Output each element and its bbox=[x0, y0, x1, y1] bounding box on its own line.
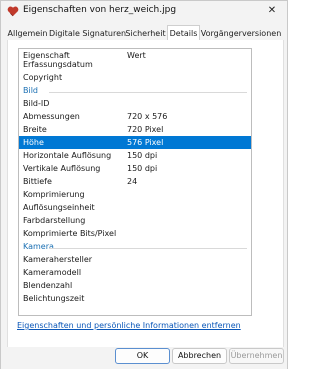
table-row[interactable]: Bild-ID bbox=[19, 97, 251, 110]
table-row[interactable]: Vertikale Auflösung 150 dpi bbox=[19, 162, 251, 175]
ok-button[interactable]: OK bbox=[115, 348, 170, 364]
list-header: Eigenschaft Erfassungsdatum Wert bbox=[19, 49, 251, 71]
table-row[interactable]: Copyright bbox=[19, 71, 251, 84]
properties-dialog: Eigenschaften von herz_weich.jpg ✕ Allge… bbox=[0, 0, 288, 369]
tab-strip: Allgemein Digitale Signaturen Sicherheit… bbox=[7, 25, 283, 42]
details-panel: Eigenschaft Erfassungsdatum Wert Copyrig… bbox=[7, 40, 284, 347]
property-value: 150 dpi bbox=[127, 164, 158, 173]
table-row[interactable]: Horizontale Auflösung 150 dpi bbox=[19, 149, 251, 162]
section-label: Kamera bbox=[23, 242, 54, 251]
property-name: Copyright bbox=[23, 73, 63, 82]
table-row[interactable]: Kameramodell bbox=[19, 266, 251, 279]
tab-allgemein[interactable]: Allgemein bbox=[7, 27, 48, 40]
property-name: Breite bbox=[23, 125, 47, 134]
property-value: 150 dpi bbox=[127, 151, 158, 160]
cancel-button[interactable]: Abbrechen bbox=[172, 348, 227, 364]
table-row[interactable]: Abmessungen 720 x 576 bbox=[19, 110, 251, 123]
property-list[interactable]: Eigenschaft Erfassungsdatum Wert Copyrig… bbox=[18, 48, 252, 316]
window-title: Eigenschaften von herz_weich.jpg bbox=[23, 5, 177, 15]
tab-sicherheit[interactable]: Sicherheit bbox=[124, 27, 167, 40]
title-bar: Eigenschaften von herz_weich.jpg ✕ bbox=[1, 1, 287, 21]
tab-digitale-signaturen[interactable]: Digitale Signaturen bbox=[49, 27, 126, 40]
property-name: Bild-ID bbox=[23, 99, 50, 108]
close-icon[interactable]: ✕ bbox=[265, 4, 279, 18]
header-property-cut: Erfassungsdatum bbox=[23, 60, 93, 69]
property-value: 720 Pixel bbox=[127, 125, 164, 134]
section-header: Kamera bbox=[19, 240, 251, 253]
dialog-buttons: OK Abbrechen Übernehmen bbox=[1, 347, 287, 369]
apply-button[interactable]: Übernehmen bbox=[229, 348, 284, 364]
property-value: 576 Pixel bbox=[127, 138, 164, 147]
table-row[interactable]: Komprimierte Bits/Pixel bbox=[19, 227, 251, 240]
section-header: Bild bbox=[19, 84, 251, 97]
property-name: Auflösungseinheit bbox=[23, 203, 95, 212]
property-name: Horizontale Auflösung bbox=[23, 151, 112, 160]
table-row[interactable]: Bittiefe 24 bbox=[19, 175, 251, 188]
table-row[interactable]: Farbdarstellung bbox=[19, 214, 251, 227]
section-divider bbox=[49, 248, 247, 249]
property-name: Blendenzahl bbox=[23, 281, 73, 290]
table-row[interactable]: Höhe 576 Pixel bbox=[19, 136, 251, 149]
table-row[interactable]: Auflösungseinheit bbox=[19, 201, 251, 214]
property-name: Komprimierung bbox=[23, 190, 85, 199]
property-name: Höhe bbox=[23, 138, 44, 147]
property-value: 24 bbox=[127, 177, 138, 186]
section-divider bbox=[49, 92, 247, 93]
property-name: Farbdarstellung bbox=[23, 216, 86, 225]
remove-properties-link[interactable]: Eigenschaften und persönliche Informatio… bbox=[17, 321, 241, 330]
table-row[interactable]: Breite 720 Pixel bbox=[19, 123, 251, 136]
section-label: Bild bbox=[23, 86, 39, 95]
property-name: Komprimierte Bits/Pixel bbox=[23, 229, 117, 238]
property-name: Abmessungen bbox=[23, 112, 80, 121]
table-row[interactable]: Blendenzahl bbox=[19, 279, 251, 292]
header-property[interactable]: Eigenschaft Erfassungsdatum bbox=[23, 51, 113, 69]
property-name: Bittiefe bbox=[23, 177, 52, 186]
property-name: Kameramodell bbox=[23, 268, 82, 277]
table-row[interactable]: Belichtungszeit bbox=[19, 292, 251, 305]
table-row[interactable]: Kamerahersteller bbox=[19, 253, 251, 266]
property-name: Belichtungszeit bbox=[23, 294, 85, 303]
property-name: Vertikale Auflösung bbox=[23, 164, 101, 173]
tab-vorgaengerversionen[interactable]: Vorgängerversionen bbox=[199, 27, 283, 40]
header-property-label: Eigenschaft bbox=[23, 51, 70, 60]
property-name: Kamerahersteller bbox=[23, 255, 93, 264]
property-value: 720 x 576 bbox=[127, 112, 168, 121]
heart-file-icon bbox=[7, 5, 19, 17]
table-row[interactable]: Komprimierung bbox=[19, 188, 251, 201]
header-value[interactable]: Wert bbox=[127, 51, 146, 60]
